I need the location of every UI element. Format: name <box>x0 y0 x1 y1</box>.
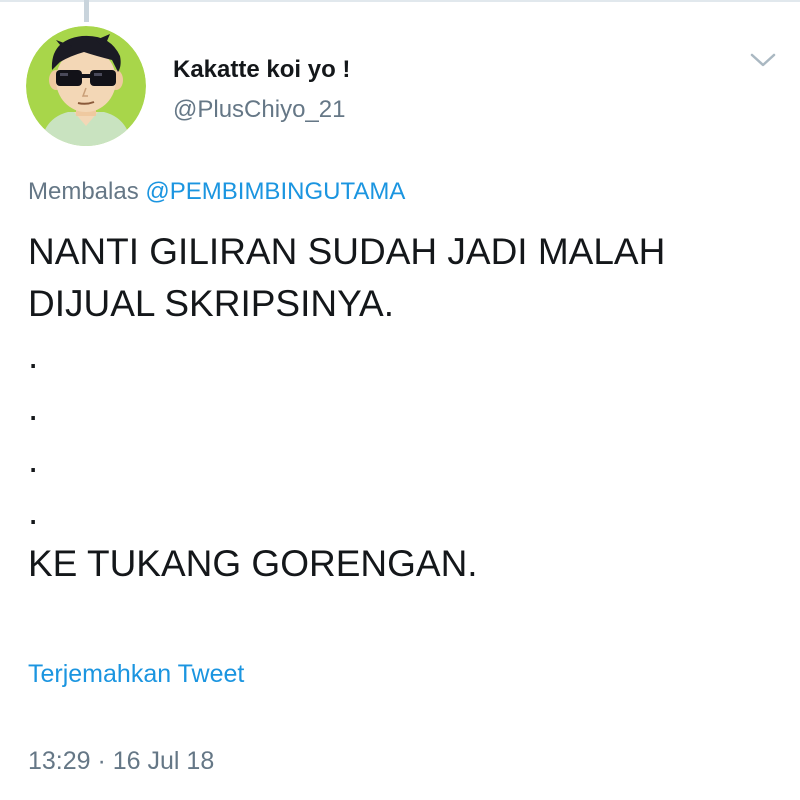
author-handle[interactable]: @PlusChiyo_21 <box>173 96 345 124</box>
tweet-line: . <box>28 491 39 532</box>
tweet-line: . <box>28 335 39 376</box>
translate-tweet-link[interactable]: Terjemahkan Tweet <box>28 660 244 689</box>
tweet-timestamp[interactable]: 13:29 · 16 Jul 18 <box>28 747 214 776</box>
tweet-line: . <box>28 439 39 480</box>
avatar-sunglasses-icon <box>26 26 146 146</box>
author-display-name[interactable]: Kakatte koi yo ! <box>173 56 350 84</box>
avatar[interactable] <box>26 26 146 146</box>
tweet-line: . <box>28 387 39 428</box>
reply-context: Membalas @PEMBIMBINGUTAMA <box>28 178 405 206</box>
tweet-text: NANTI GILIRAN SUDAH JADI MALAH DIJUAL SK… <box>28 226 788 590</box>
tweet-line: KE TUKANG GORENGAN. <box>28 543 478 584</box>
chevron-down-icon <box>750 53 776 67</box>
tweet-line: DIJUAL SKRIPSINYA. <box>28 283 394 324</box>
reply-prefix: Membalas <box>28 178 139 205</box>
tweet-line: NANTI GILIRAN SUDAH JADI MALAH <box>28 231 666 272</box>
tweet-menu-button[interactable] <box>750 50 776 70</box>
top-divider <box>0 0 800 2</box>
reply-mention-link[interactable]: @PEMBIMBINGUTAMA <box>145 178 405 205</box>
thread-connector-line <box>84 0 89 22</box>
